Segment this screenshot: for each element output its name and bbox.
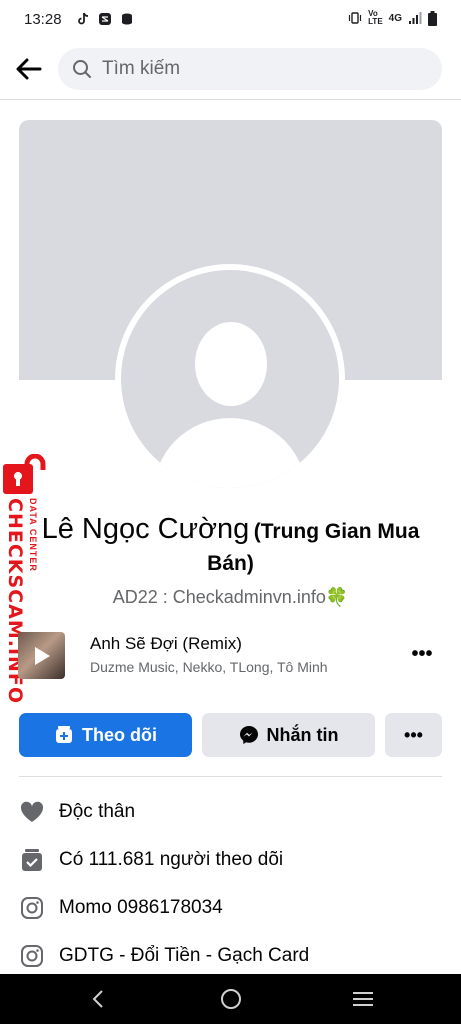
heart-icon <box>19 799 45 825</box>
avatar-head <box>195 322 267 406</box>
more-dots-icon: ••• <box>404 724 423 745</box>
music-title: Anh Sẽ Đợi (Remix) <box>90 634 242 653</box>
search-input[interactable]: Tìm kiếm <box>58 48 442 90</box>
music-artists: Duzme Music, Nekko, TLong, Tô Minh <box>90 659 328 675</box>
follow-icon <box>54 725 74 745</box>
search-placeholder: Tìm kiếm <box>102 58 181 79</box>
profile-name: Lê Ngọc Cường (Trung Gian Mua Bán) <box>20 514 441 581</box>
profile-music[interactable]: Anh Sẽ Đợi (Remix) Duzme Music, Nekko, T… <box>18 630 442 682</box>
header-divider <box>0 99 461 100</box>
music-more-button[interactable]: ••• <box>410 642 434 666</box>
nav-back-button[interactable] <box>85 986 111 1012</box>
follow-button[interactable]: Theo dõi <box>19 713 192 757</box>
lock-icon <box>3 454 46 494</box>
more-dots-icon: ••• <box>411 642 433 665</box>
nav-back-icon <box>92 990 103 1008</box>
data-saver-icon <box>121 13 132 25</box>
network-type: 4G <box>388 12 402 24</box>
info-followers: Có 111.681 người theo dõi <box>19 845 283 875</box>
status-system-icons: Vo LTE 4G <box>348 10 437 26</box>
status-time: 13:28 <box>24 10 62 28</box>
vibrate-icon <box>349 12 362 24</box>
back-button[interactable] <box>14 54 44 84</box>
profile-bio: AD22 : Checkadminvn.info🍀 <box>112 587 349 607</box>
info-link-momo[interactable]: Momo 0986178034 <box>19 893 223 923</box>
tiktok-icon <box>77 12 88 25</box>
music-thumbnail[interactable] <box>18 632 65 679</box>
default-avatar-icon <box>121 270 339 488</box>
followers-icon <box>19 847 45 873</box>
profile-avatar[interactable] <box>115 264 345 494</box>
play-icon <box>34 646 50 665</box>
nav-home-icon <box>221 989 241 1009</box>
status-notification-icons <box>76 12 134 26</box>
messenger-icon <box>239 725 259 745</box>
nav-recents-button[interactable] <box>350 986 376 1012</box>
info-text: GDTG - Đổi Tiền - Gạch Card <box>59 945 310 966</box>
signal-icon <box>409 12 422 24</box>
info-relationship: Độc thân <box>19 797 135 827</box>
more-options-button[interactable]: ••• <box>385 713 442 757</box>
nav-recents-icon <box>353 992 373 1006</box>
message-label: Nhắn tin <box>266 724 339 745</box>
system-nav-bar <box>0 974 461 1024</box>
back-arrow-icon <box>16 58 42 80</box>
nav-home-button[interactable] <box>218 986 244 1012</box>
instagram-icon <box>19 943 45 969</box>
volte-icon: Vo LTE <box>368 9 383 26</box>
instagram-icon <box>19 895 45 921</box>
battery-icon <box>428 10 437 26</box>
follow-label: Theo dõi <box>82 724 157 745</box>
search-header: Tìm kiếm <box>0 46 461 94</box>
message-button[interactable]: Nhắn tin <box>202 713 375 757</box>
profile-name-main: Lê Ngọc Cường <box>41 513 250 545</box>
status-bar: 13:28 Vo LTE 4G <box>0 0 461 38</box>
info-link-gdtg[interactable]: GDTG - Đổi Tiền - Gạch Card <box>19 941 309 971</box>
info-text: Độc thân <box>59 801 136 822</box>
avatar-body <box>153 418 307 488</box>
search-icon <box>73 60 91 78</box>
section-divider <box>19 776 442 777</box>
info-text: Có 111.681 người theo dõi <box>59 849 284 870</box>
app-notification-icon <box>98 13 111 25</box>
info-text: Momo 0986178034 <box>59 897 223 918</box>
